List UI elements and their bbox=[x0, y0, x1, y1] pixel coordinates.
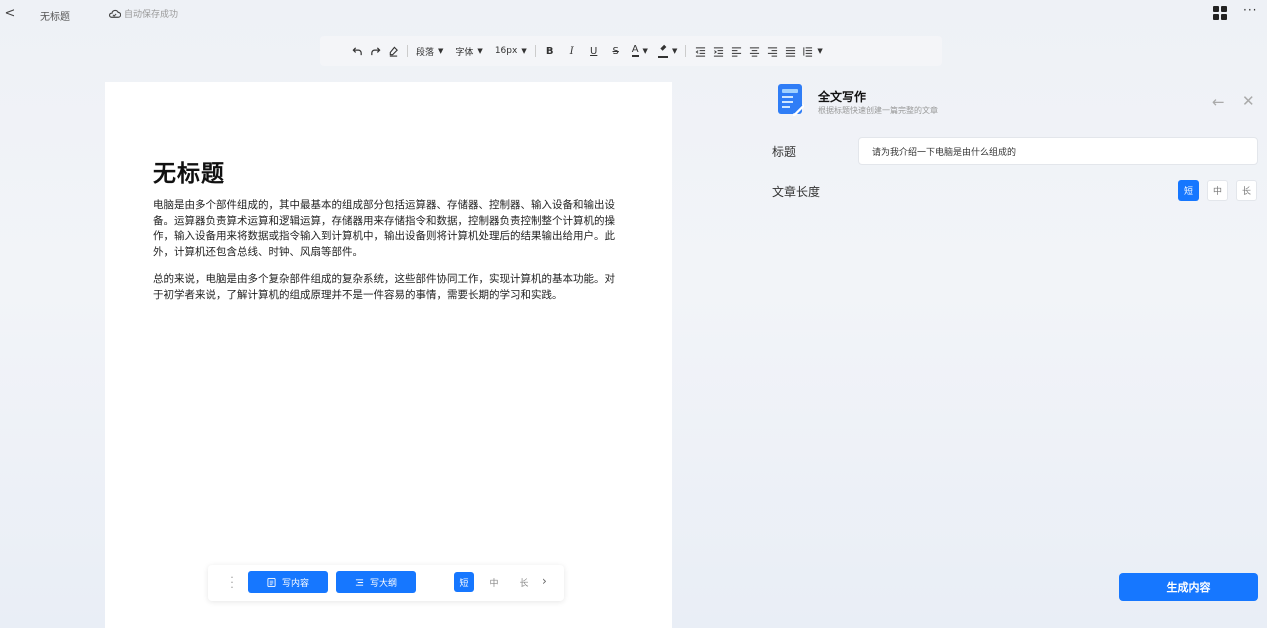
cloud-icon bbox=[109, 9, 121, 18]
strike-glyph: S bbox=[612, 45, 619, 57]
bold-glyph: B bbox=[545, 45, 554, 57]
chevron-down-icon: ▼ bbox=[671, 47, 678, 55]
document-name[interactable]: 无标题 bbox=[40, 8, 70, 23]
toolbar-divider bbox=[534, 45, 536, 57]
arrow-left-icon[interactable]: ← bbox=[1212, 93, 1225, 111]
toolbar-divider bbox=[685, 45, 687, 57]
panel-length-short[interactable]: 短 bbox=[1178, 180, 1199, 201]
align-justify-icon[interactable] bbox=[781, 41, 799, 61]
article-writing-icon bbox=[778, 84, 804, 116]
title-label: 标题 bbox=[772, 145, 797, 159]
autosave-status: 自动保存成功 bbox=[108, 7, 178, 20]
strikethrough-button[interactable]: S bbox=[607, 41, 625, 61]
document-icon bbox=[267, 577, 276, 587]
font-label: 字体 bbox=[455, 47, 474, 58]
panel-title: 全文写作 bbox=[818, 90, 867, 104]
bold-button[interactable]: B bbox=[541, 41, 559, 61]
document-page[interactable]: 无标题 电脑是由多个部件组成的，其中最基本的组成部分包括运算器、存储器、控制器、… bbox=[105, 82, 672, 628]
chevron-down-icon: ▼ bbox=[817, 47, 823, 55]
length-label: 文章长度 bbox=[772, 185, 821, 199]
ai-floating-bar: · · · 写内容 写大纲 短 中 长 › bbox=[208, 565, 564, 601]
generate-content-button[interactable]: 生成内容 bbox=[1119, 573, 1258, 601]
font-color-button[interactable]: A ▼ bbox=[629, 41, 651, 61]
indent-increase-icon[interactable] bbox=[709, 41, 727, 61]
chevron-down-icon: ▼ bbox=[642, 47, 648, 55]
chevron-down-icon: ▼ bbox=[521, 47, 527, 55]
panel-subtitle: 根据标题快速创建一篇完整的文章 bbox=[818, 106, 938, 115]
write-content-label: 写内容 bbox=[281, 578, 309, 589]
align-right-icon[interactable] bbox=[763, 41, 781, 61]
write-content-button[interactable]: 写内容 bbox=[248, 571, 328, 593]
paragraph-label: 段落 bbox=[416, 47, 435, 58]
back-button[interactable]: < bbox=[4, 6, 16, 21]
underline-glyph: U bbox=[590, 45, 598, 57]
document-paragraph[interactable]: 总的来说，电脑是由多个复杂部件组成的复杂系统，这些部件协同工作，实现计算机的基本… bbox=[153, 272, 623, 303]
more-button[interactable]: ··· bbox=[1243, 3, 1257, 17]
underline-button[interactable]: U bbox=[585, 41, 603, 61]
chevron-down-icon: ▼ bbox=[438, 47, 444, 55]
write-outline-button[interactable]: 写大纲 bbox=[336, 571, 416, 593]
length-short-toggle[interactable]: 短 bbox=[454, 572, 474, 592]
indent-decrease-icon[interactable] bbox=[691, 41, 709, 61]
panel-length-medium[interactable]: 中 bbox=[1207, 180, 1228, 201]
drag-handle[interactable]: · · · bbox=[230, 572, 234, 593]
font-color-glyph: A bbox=[631, 44, 639, 57]
length-medium-toggle[interactable]: 中 bbox=[484, 572, 504, 592]
line-spacing-button[interactable]: ▼ bbox=[799, 41, 825, 61]
font-size-select[interactable]: 16px ▼ bbox=[492, 41, 530, 61]
italic-button[interactable]: I bbox=[563, 41, 581, 61]
title-input[interactable] bbox=[858, 137, 1258, 165]
highlight-button[interactable]: ▼ bbox=[655, 41, 680, 61]
panel-length-long[interactable]: 长 bbox=[1236, 180, 1257, 201]
chevron-right-icon[interactable]: › bbox=[542, 574, 547, 588]
top-bar: < 无标题 自动保存成功 ··· bbox=[0, 0, 1267, 30]
grid-icon[interactable] bbox=[1213, 6, 1227, 20]
italic-glyph: I bbox=[569, 45, 574, 57]
autosave-text: 自动保存成功 bbox=[124, 10, 179, 20]
document-title[interactable]: 无标题 bbox=[153, 154, 225, 188]
clear-format-icon[interactable] bbox=[384, 41, 402, 61]
close-icon[interactable]: ✕ bbox=[1242, 92, 1255, 110]
undo-icon[interactable] bbox=[348, 41, 366, 61]
align-left-icon[interactable] bbox=[727, 41, 745, 61]
length-long-toggle[interactable]: 长 bbox=[514, 572, 534, 592]
format-toolbar: 段落 ▼ 字体 ▼ 16px ▼ B I U S A ▼ ▼ ▼ bbox=[320, 36, 942, 66]
font-size-label: 16px bbox=[494, 46, 518, 56]
paragraph-select[interactable]: 段落 ▼ bbox=[413, 41, 446, 61]
line-spacing-icon bbox=[803, 46, 813, 57]
write-outline-label: 写大纲 bbox=[369, 578, 397, 589]
document-paragraph[interactable]: 电脑是由多个部件组成的，其中最基本的组成部分包括运算器、存储器、控制器、输入设备… bbox=[153, 198, 623, 260]
toolbar-divider bbox=[407, 45, 408, 57]
list-icon bbox=[355, 578, 364, 586]
chevron-down-icon: ▼ bbox=[477, 47, 483, 55]
align-center-icon[interactable] bbox=[745, 41, 763, 61]
redo-icon[interactable] bbox=[366, 41, 384, 61]
font-select[interactable]: 字体 ▼ bbox=[452, 41, 485, 61]
highlight-icon bbox=[657, 44, 668, 58]
